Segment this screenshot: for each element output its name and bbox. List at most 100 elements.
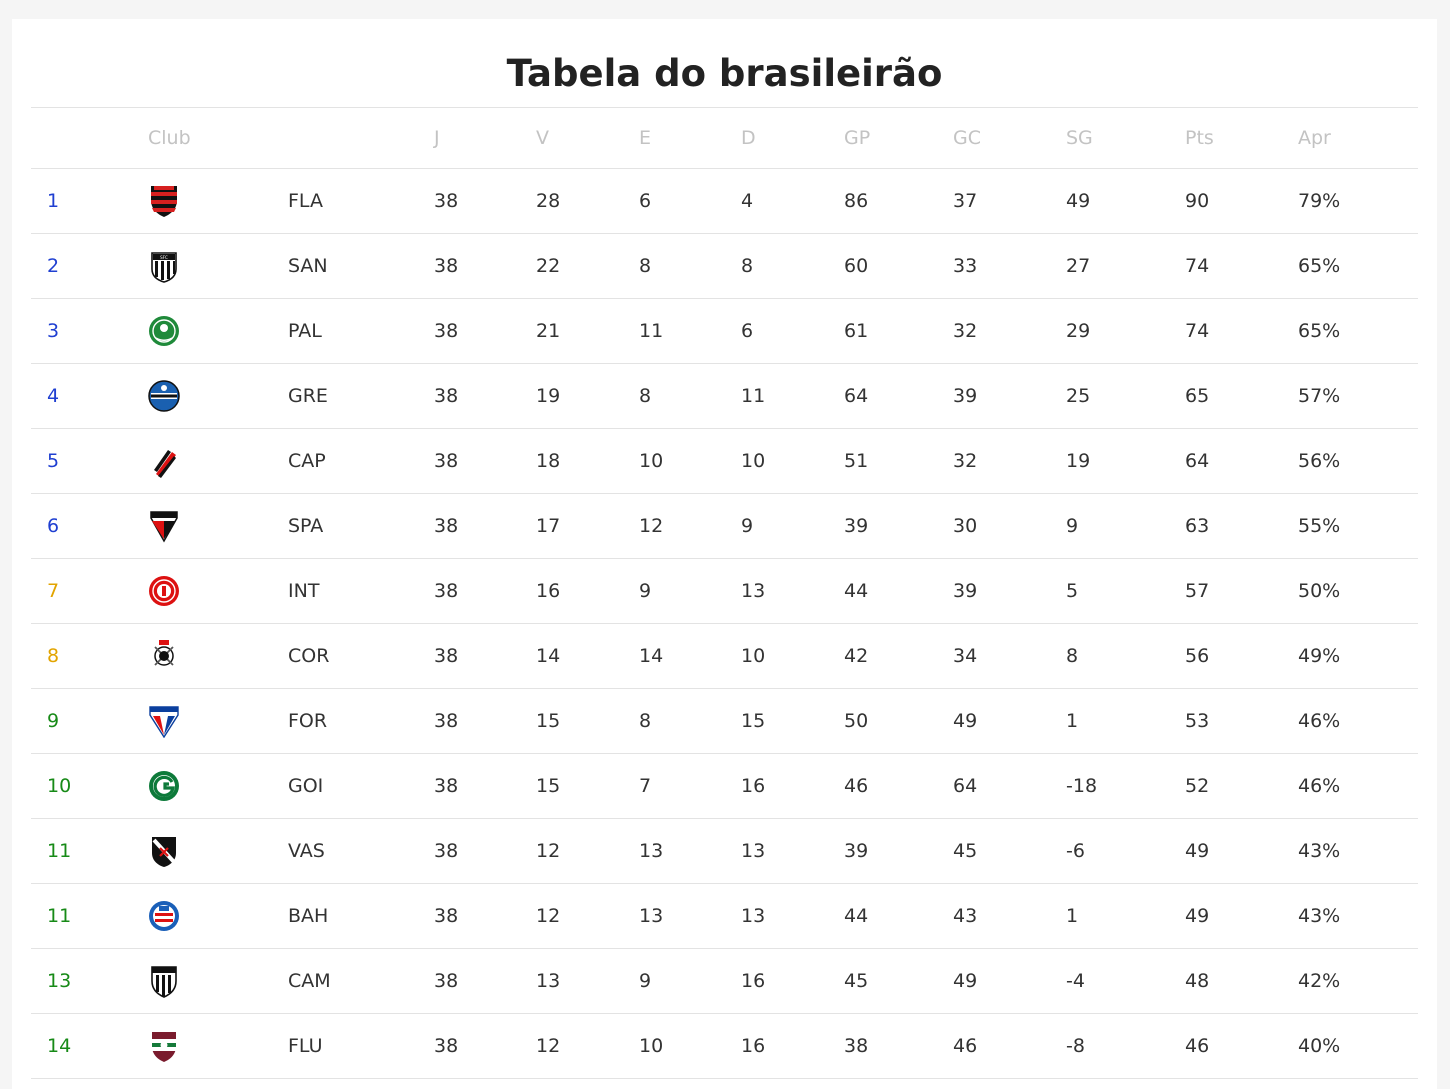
cell-sg: 49: [1066, 190, 1091, 212]
cell-e: 13: [639, 905, 664, 927]
cell-d: 11: [741, 385, 766, 407]
cell-v: 15: [536, 710, 561, 732]
cell-d: 4: [741, 190, 754, 212]
cell-apr: 65%: [1298, 255, 1341, 277]
table-header-row: Club J V E D GP GC SG Pts Apr: [31, 108, 1418, 169]
table-row: 14 FLU 38 12 10 16 38 46 -8 46 40%: [31, 1014, 1418, 1079]
cell-d: 8: [741, 255, 754, 277]
cell-gc: 45: [953, 840, 978, 862]
position-number: 2: [47, 255, 60, 277]
fluminense-crest-icon: [148, 1014, 180, 1078]
cell-sg: 5: [1066, 580, 1079, 602]
header-club: Club: [148, 127, 191, 149]
cell-pts: 49: [1185, 840, 1210, 862]
cell-j: 38: [434, 1035, 459, 1057]
table-body: 1 FLA 38 28 6 4 86 37 49 90 79% 2 SFC SAN 38 22 8 8 60 33 27…: [31, 169, 1418, 1079]
cell-v: 22: [536, 255, 561, 277]
cell-apr: 55%: [1298, 515, 1341, 537]
club-abbreviation: GRE: [288, 385, 328, 407]
cell-j: 38: [434, 190, 459, 212]
cell-gc: 49: [953, 710, 978, 732]
cell-gp: 46: [844, 775, 869, 797]
cell-sg: -6: [1066, 840, 1085, 862]
table-row: 13 CAM 38 13 9 16 45 49 -4 48 42%: [31, 949, 1418, 1014]
cell-v: 16: [536, 580, 561, 602]
cell-gc: 32: [953, 450, 978, 472]
cell-sg: 1: [1066, 710, 1079, 732]
table-row: 1 FLA 38 28 6 4 86 37 49 90 79%: [31, 169, 1418, 234]
bahia-crest-icon: [148, 884, 180, 948]
cell-gp: 42: [844, 645, 869, 667]
vasco-crest-icon: [148, 819, 180, 883]
cell-d: 13: [741, 905, 766, 927]
cell-gp: 61: [844, 320, 869, 342]
club-abbreviation: COR: [288, 645, 330, 667]
cell-apr: 40%: [1298, 1035, 1341, 1057]
table-row: 3 PAL 38 21 11 6 61 32 29 74 65%: [31, 299, 1418, 364]
cell-sg: 19: [1066, 450, 1091, 472]
cell-j: 38: [434, 840, 459, 862]
cell-v: 15: [536, 775, 561, 797]
goias-crest-icon: [148, 754, 180, 818]
cell-v: 17: [536, 515, 561, 537]
cell-v: 12: [536, 905, 561, 927]
cell-apr: 43%: [1298, 905, 1341, 927]
corinthians-crest-icon: [148, 624, 180, 688]
cell-v: 13: [536, 970, 561, 992]
athletico-crest-icon: [148, 429, 180, 493]
cell-e: 9: [639, 970, 652, 992]
cell-sg: -8: [1066, 1035, 1085, 1057]
cell-sg: -18: [1066, 775, 1098, 797]
cell-sg: 8: [1066, 645, 1079, 667]
cell-v: 18: [536, 450, 561, 472]
cell-e: 12: [639, 515, 664, 537]
cell-pts: 63: [1185, 515, 1210, 537]
position-number: 14: [47, 1035, 72, 1057]
position-number: 4: [47, 385, 60, 407]
internacional-crest-icon: [148, 559, 180, 623]
club-abbreviation: SAN: [288, 255, 328, 277]
cell-apr: 50%: [1298, 580, 1341, 602]
club-abbreviation: CAM: [288, 970, 331, 992]
cell-d: 6: [741, 320, 754, 342]
cell-gp: 64: [844, 385, 869, 407]
header-e: E: [639, 127, 652, 149]
cell-e: 11: [639, 320, 664, 342]
cell-d: 15: [741, 710, 766, 732]
header-j: J: [434, 127, 440, 149]
club-abbreviation: FLU: [288, 1035, 323, 1057]
header-v: V: [536, 127, 549, 149]
flamengo-crest-icon: [148, 169, 180, 233]
cell-j: 38: [434, 645, 459, 667]
cell-gp: 44: [844, 580, 869, 602]
cell-gc: 43: [953, 905, 978, 927]
cell-v: 12: [536, 840, 561, 862]
cell-d: 16: [741, 970, 766, 992]
cell-gc: 64: [953, 775, 978, 797]
cell-apr: 56%: [1298, 450, 1341, 472]
cell-gc: 39: [953, 385, 978, 407]
cell-d: 13: [741, 840, 766, 862]
cell-v: 19: [536, 385, 561, 407]
cell-d: 10: [741, 450, 766, 472]
cell-j: 38: [434, 970, 459, 992]
header-sg: SG: [1066, 127, 1093, 149]
cell-apr: 65%: [1298, 320, 1341, 342]
cell-e: 10: [639, 1035, 664, 1057]
palmeiras-crest-icon: [148, 299, 180, 363]
cell-j: 38: [434, 905, 459, 927]
table-row: 7 INT 38 16 9 13 44 39 5 57 50%: [31, 559, 1418, 624]
cell-pts: 57: [1185, 580, 1210, 602]
cell-gp: 51: [844, 450, 869, 472]
cell-gp: 39: [844, 515, 869, 537]
cell-pts: 90: [1185, 190, 1210, 212]
club-abbreviation: FOR: [288, 710, 328, 732]
cell-v: 14: [536, 645, 561, 667]
position-number: 6: [47, 515, 60, 537]
cell-e: 8: [639, 255, 652, 277]
cell-sg: 1: [1066, 905, 1079, 927]
gremio-crest-icon: [148, 364, 180, 428]
cell-v: 12: [536, 1035, 561, 1057]
cell-pts: 74: [1185, 255, 1210, 277]
position-number: 3: [47, 320, 60, 342]
